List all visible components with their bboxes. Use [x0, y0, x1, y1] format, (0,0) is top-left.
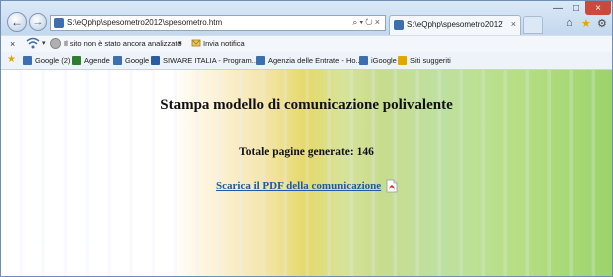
favorite-label: Google (2): [35, 56, 71, 65]
favorite-siware[interactable]: SIWARE ITALIA - Program...: [151, 55, 258, 66]
send-report-button[interactable]: Invia notifica: [203, 39, 245, 48]
browser-window: ← → S:\eQphp\spesometro2012\spesometro.h…: [0, 0, 613, 277]
maximize-button[interactable]: □: [567, 1, 585, 15]
gear-icon[interactable]: ⚙: [597, 17, 607, 30]
close-icon[interactable]: ×: [375, 17, 382, 27]
chevron-down-icon[interactable]: ▾: [178, 39, 182, 47]
tab-close-icon[interactable]: ×: [511, 19, 516, 29]
address-bar[interactable]: S:\eQphp\spesometro2012\spesometro.htm ⌕…: [50, 15, 386, 31]
chevron-down-icon[interactable]: ▾: [42, 39, 46, 47]
download-row: Scarica il PDF della comunicazione: [216, 179, 398, 193]
page-icon: [54, 18, 64, 28]
page-title: Stampa modello di comunicazione polivale…: [160, 97, 453, 113]
address-url: S:\eQphp\spesometro2012\spesometro.htm: [67, 18, 223, 27]
favorite-label: iGoogle: [371, 56, 397, 65]
page-icon: [394, 20, 404, 30]
favorite-google-2[interactable]: Google (2): [23, 55, 70, 66]
google-icon: [113, 56, 122, 65]
wifi-icon[interactable]: [26, 37, 40, 49]
tab-title: S:\eQphp\spesometro2012\...: [407, 20, 503, 29]
favorites-star-icon[interactable]: ★: [7, 54, 16, 65]
favorite-label: Agende: [84, 56, 110, 65]
notification-toolbar: × ▾ Il sito non è stato ancora analizzat…: [1, 35, 612, 52]
home-icon[interactable]: ⌂: [566, 17, 573, 29]
agenzia-icon: [256, 56, 265, 65]
browser-title-bar: ← → S:\eQphp\spesometro2012\spesometro.h…: [1, 1, 612, 35]
pages-generated-text: Totale pagine generate: 146: [239, 146, 374, 158]
favorite-google[interactable]: Google: [113, 55, 149, 66]
favorite-igoogle[interactable]: iGoogle: [359, 55, 397, 66]
favorite-siti-suggeriti[interactable]: Siti suggeriti: [398, 55, 451, 66]
google-icon: [359, 56, 368, 65]
favorites-bar: ★ Google (2) Agende Google SIWARE ITALIA…: [1, 52, 612, 70]
close-icon[interactable]: ×: [10, 39, 15, 49]
favorite-agenzia-entrate[interactable]: Agenzia delle Entrate - Ho...: [256, 55, 362, 66]
forward-arrow-icon: →: [32, 16, 44, 28]
refresh-icon[interactable]: ↻: [365, 17, 375, 27]
favorite-label: SIWARE ITALIA - Program...: [163, 56, 259, 65]
pdf-icon[interactable]: [386, 179, 398, 193]
forward-button[interactable]: →: [29, 13, 47, 31]
favorite-label: Agenzia delle Entrate - Ho...: [268, 56, 362, 65]
favorites-star-icon[interactable]: ★: [581, 17, 591, 30]
siware-icon: [151, 56, 160, 65]
send-report-icon: [191, 39, 201, 47]
google-icon: [23, 56, 32, 65]
favorite-label: Google: [125, 56, 150, 65]
back-arrow-icon: ←: [11, 15, 23, 29]
back-button[interactable]: ←: [7, 12, 27, 32]
address-tools: ⌕▾↻×: [352, 17, 382, 28]
minimize-button[interactable]: —: [549, 1, 567, 15]
close-window-button[interactable]: ×: [585, 1, 611, 15]
suggested-sites-icon: [398, 56, 407, 65]
safety-status[interactable]: Il sito non è stato ancora analizzato: [64, 39, 182, 48]
favorite-agende[interactable]: Agende: [72, 55, 110, 66]
new-tab-button[interactable]: [523, 16, 543, 34]
page-content: Stampa modello di comunicazione polivale…: [1, 70, 612, 276]
safety-filter-icon: [50, 38, 61, 49]
browser-tab[interactable]: S:\eQphp\spesometro2012\... ×: [389, 15, 521, 35]
favorite-label: Siti suggeriti: [410, 56, 451, 65]
download-pdf-link[interactable]: Scarica il PDF della comunicazione: [216, 180, 381, 192]
agenda-icon: [72, 56, 81, 65]
